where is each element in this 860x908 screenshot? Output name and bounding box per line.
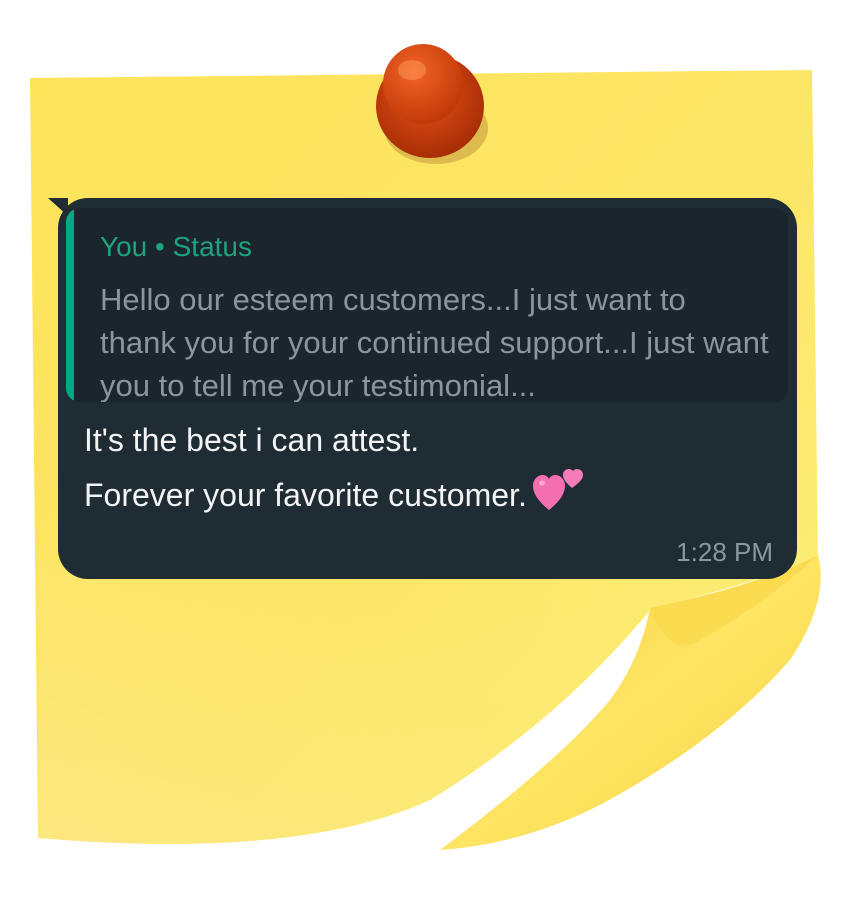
two-hearts-icon xyxy=(532,469,583,510)
quote-text: Hello our esteem customers...I just want… xyxy=(100,282,769,402)
quoted-status-reply[interactable]: You • Status Hello our esteem customers.… xyxy=(66,208,788,402)
sticky-note-image: You • Status Hello our esteem customers.… xyxy=(0,0,860,908)
message-timestamp: 1:28 PM xyxy=(676,537,773,567)
message-bubble[interactable]: You • Status Hello our esteem customers.… xyxy=(58,198,797,579)
reply-line: It's the best i can attest. xyxy=(84,422,420,458)
quote-accent-bar xyxy=(66,208,74,402)
quote-author: You • Status xyxy=(100,231,252,262)
reply-text: It's the best i can attest. Forever your… xyxy=(84,415,764,521)
reply-line-with-emoji: Forever your favorite customer. xyxy=(84,466,764,521)
reply-line: Forever your favorite customer. xyxy=(84,477,527,513)
